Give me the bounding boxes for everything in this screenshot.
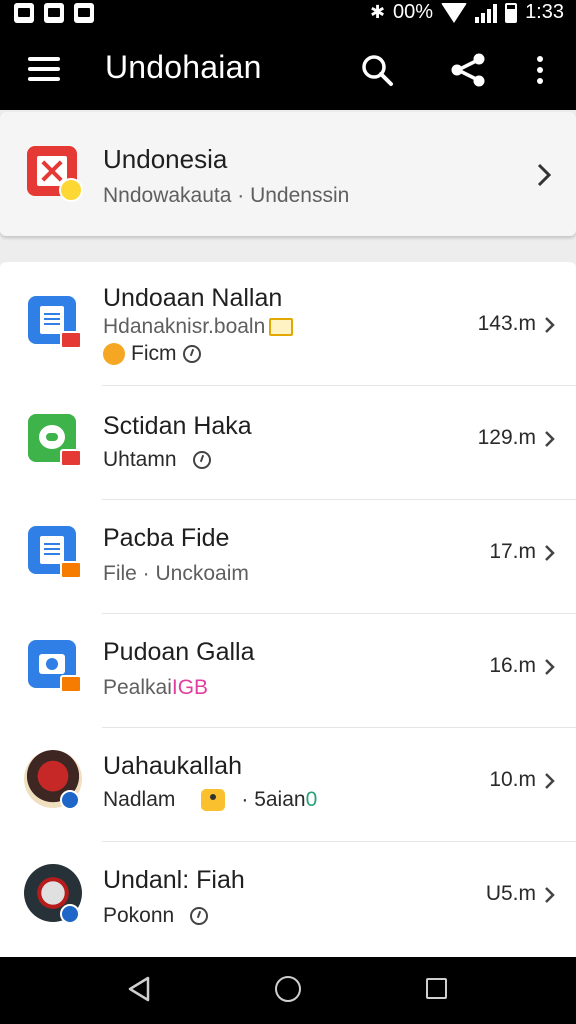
battery-icon xyxy=(505,2,518,23)
close-app-icon xyxy=(27,146,83,202)
app-notification-icon xyxy=(74,3,94,23)
item-title: Uahaukallah xyxy=(103,752,242,780)
bluetooth-icon: ✱ xyxy=(369,2,386,22)
chevron-right-icon xyxy=(545,659,555,675)
item-subtitle: Nadlam · 5aian 0 xyxy=(103,788,318,811)
emoji-icon xyxy=(201,789,226,811)
chevron-right-icon xyxy=(545,545,555,561)
list-item[interactable]: Undanl: Fiah Pokonn U5.m xyxy=(0,842,576,962)
tag-icon xyxy=(269,318,294,337)
item-size: U5.m xyxy=(485,882,536,905)
list-item[interactable]: Sctidan Haka Uhtamn 129.m xyxy=(0,386,576,500)
wifi-icon xyxy=(441,2,468,23)
recents-icon[interactable] xyxy=(426,978,447,999)
emoji-icon xyxy=(103,343,125,365)
featured-item-title: Undonesia xyxy=(103,144,228,174)
list-item[interactable]: Uahaukallah Nadlam · 5aian 0 10.m xyxy=(0,728,576,842)
list-item[interactable]: Undoaan Nallan Hdanaknisr.boaln Ficm 143… xyxy=(0,262,576,386)
featured-item-card[interactable]: Undonesia Nndowakauta · Undenssin xyxy=(0,112,576,236)
back-icon[interactable] xyxy=(127,976,151,1002)
item-subtitle: File · Unckoaim xyxy=(103,562,249,585)
clock-time: 1:33 xyxy=(525,1,564,23)
item-subtitle: Uhtamn xyxy=(103,448,211,472)
clock-icon xyxy=(182,345,201,363)
battery-percent: 00% xyxy=(393,1,434,23)
avatar xyxy=(24,750,82,810)
clock-icon xyxy=(190,907,209,925)
item-title: Pacba Fide xyxy=(103,524,230,552)
chevron-right-icon xyxy=(545,887,555,903)
document-icon xyxy=(28,526,82,579)
image-notification-icon xyxy=(14,3,34,23)
share-icon[interactable] xyxy=(450,53,486,87)
item-title: Sctidan Haka xyxy=(103,412,252,440)
item-title: Undanl: Fiah xyxy=(103,866,245,894)
list-item[interactable]: Pudoan Galla PealkaiIGB 16.m xyxy=(0,614,576,728)
search-icon[interactable] xyxy=(360,53,394,87)
system-icons: ✱ 00% 1:33 xyxy=(370,1,564,24)
home-icon[interactable] xyxy=(275,976,301,1002)
gallery-notification-icon xyxy=(44,3,64,23)
notification-icons xyxy=(14,3,94,23)
item-size: 17.m xyxy=(489,540,536,563)
navigation-bar xyxy=(0,957,576,1024)
page-title: Undohaian xyxy=(105,49,262,85)
chat-app-icon xyxy=(28,414,82,467)
item-subtitle: PealkaiIGB xyxy=(103,676,209,699)
app-bar: Undohaian xyxy=(0,28,576,110)
status-bar: ✱ 00% 1:33 xyxy=(0,0,576,28)
item-extra: Ficm xyxy=(103,342,201,366)
item-subtitle: Hdanaknisr.boaln xyxy=(103,315,294,339)
list-item[interactable]: Pacba Fide File · Unckoaim 17.m xyxy=(0,500,576,614)
camera-icon xyxy=(28,640,82,693)
item-size: 143.m xyxy=(477,312,536,335)
chevron-right-icon xyxy=(545,317,555,333)
chevron-right-icon xyxy=(545,773,555,789)
item-size: 129.m xyxy=(477,426,536,449)
featured-item-subtitle: Nndowakauta · Undenssin xyxy=(103,184,350,207)
item-size: 16.m xyxy=(489,654,536,677)
item-subtitle: Pokonn xyxy=(103,904,209,928)
menu-icon[interactable] xyxy=(28,57,60,81)
document-icon xyxy=(28,296,82,349)
signal-icon xyxy=(475,3,498,23)
chevron-right-icon xyxy=(545,431,555,447)
clock-icon xyxy=(192,451,211,469)
avatar xyxy=(24,864,82,924)
file-list: Undoaan Nallan Hdanaknisr.boaln Ficm 143… xyxy=(0,262,576,962)
chevron-right-icon xyxy=(537,163,552,187)
more-vert-icon[interactable] xyxy=(532,54,548,86)
item-title: Pudoan Galla xyxy=(103,638,255,666)
item-title: Undoaan Nallan xyxy=(103,284,283,312)
item-size: 10.m xyxy=(489,768,536,791)
